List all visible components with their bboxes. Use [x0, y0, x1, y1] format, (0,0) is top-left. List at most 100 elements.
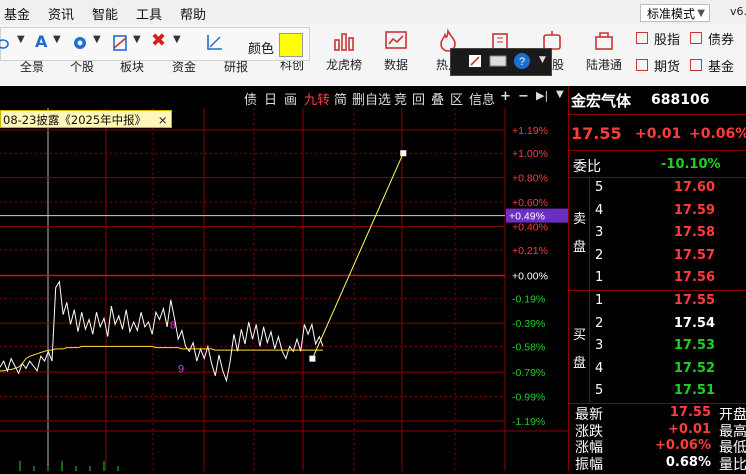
note-icon[interactable]: [467, 53, 483, 69]
price-change-pct: +0.06%: [689, 126, 746, 142]
current-value-label: +0.49%: [509, 211, 545, 223]
sell-level: 2: [595, 247, 604, 263]
mode-select[interactable]: 标准模式 ▼: [640, 4, 710, 22]
chart-tool-overlay[interactable]: 叠: [431, 89, 444, 108]
chevron-down-icon[interactable]: ▼: [17, 34, 25, 45]
price-change: +0.01: [635, 126, 682, 142]
stat-value: 17.55: [669, 405, 711, 420]
gear-icon[interactable]: [71, 34, 89, 52]
bond-icon: [690, 32, 702, 44]
menu-item-fund[interactable]: 基金: [4, 4, 30, 23]
keyboard-icon[interactable]: [489, 54, 507, 68]
buy-row[interactable]: 2 17.54: [569, 316, 746, 338]
chevron-down-icon[interactable]: ▼: [53, 34, 61, 45]
bookmark-icon[interactable]: [111, 34, 129, 52]
connect-icon: [595, 32, 613, 50]
mini-toolbar-popup: ? ▼: [450, 48, 552, 76]
sell-price: 17.58: [673, 225, 715, 240]
quote-panel: 金宏气体 688106 17.55 +0.01 +0.06% 委比 -10.10…: [568, 86, 746, 473]
ellipse-tool-icon[interactable]: [0, 36, 13, 52]
color-swatch[interactable]: [279, 33, 303, 57]
link-index[interactable]: 股指: [654, 29, 680, 48]
chevron-down-icon: ▼: [697, 8, 705, 19]
chart-tool-auction[interactable]: 竞: [394, 89, 407, 108]
fund-icon: [690, 59, 702, 71]
chart-tool-simple[interactable]: 简: [334, 89, 347, 108]
zoom-out-icon[interactable]: −: [518, 89, 529, 104]
sell-row[interactable]: 4 17.59: [569, 203, 746, 225]
sell-level: 1: [595, 270, 604, 285]
buy-row[interactable]: 3 17.53: [569, 338, 746, 360]
toolbar: 全景 个股 板块 资金 研报 科创 龙虎榜 数据 热点 机构 新股 陆港通 ▼ …: [0, 24, 746, 87]
y-tick-label: -1.19%: [512, 416, 545, 428]
mode-select-value: 标准模式: [647, 7, 696, 21]
toolbar-btn-hk-connect[interactable]: 陆港通: [582, 28, 626, 73]
disclosure-badge[interactable]: 08-23披露《2025年中报》 ×: [0, 110, 173, 128]
menu-item-smart[interactable]: 智能: [92, 4, 118, 23]
svg-text:?: ?: [519, 56, 525, 68]
futures-icon: [636, 59, 648, 71]
buy-level: 2: [595, 315, 604, 331]
menu-item-help[interactable]: 帮助: [180, 4, 206, 23]
y-tick-label: +0.60%: [512, 197, 548, 209]
chevron-down-icon[interactable]: ▼: [539, 55, 546, 65]
toolbar-btn-data[interactable]: 数据: [374, 28, 418, 73]
sell-row[interactable]: 2 17.57: [569, 248, 746, 270]
link-fund[interactable]: 基金: [708, 56, 734, 75]
sell-price: 17.57: [673, 247, 715, 263]
chart-tool-range[interactable]: 区: [450, 89, 463, 108]
chevron-down-icon[interactable]: ▼: [93, 34, 101, 45]
y-tick-label: -0.19%: [512, 294, 545, 306]
y-tick-label: -0.58%: [512, 341, 545, 353]
text-tool-icon[interactable]: A: [35, 32, 47, 51]
bar-chart-icon: [334, 33, 354, 51]
chart-tool-draw[interactable]: 画: [284, 89, 297, 108]
chart-tool-day[interactable]: 日: [264, 89, 277, 108]
buy-level: 3: [595, 338, 604, 353]
chevron-down-icon[interactable]: ▼: [556, 89, 564, 100]
buy-price: 17.51: [673, 383, 715, 398]
chart-tool-bond[interactable]: 债: [244, 89, 257, 108]
buy-price: 17.53: [673, 338, 715, 353]
buy-price: 17.55: [673, 293, 715, 308]
sell-price: 17.56: [673, 270, 715, 285]
sell-row[interactable]: 3 17.58: [569, 225, 746, 247]
chart-tool-info[interactable]: 信息: [469, 89, 495, 108]
stock-name: 金宏气体: [571, 92, 632, 110]
zoom-in-icon[interactable]: +: [500, 89, 511, 104]
delete-icon[interactable]: ✖: [151, 30, 166, 51]
sell-level: 3: [595, 225, 604, 240]
y-tick-label: -0.39%: [512, 318, 545, 330]
help-icon[interactable]: ?: [513, 52, 531, 70]
weibi-label: 委比: [573, 159, 601, 175]
weibi-value: -10.10%: [661, 157, 721, 172]
buy-row[interactable]: 4 17.52: [569, 361, 746, 383]
ruler-icon[interactable]: [205, 32, 225, 52]
line-chart-icon: [385, 31, 407, 49]
y-tick-label: -0.99%: [512, 392, 545, 404]
jump-end-icon[interactable]: ▶|: [536, 89, 548, 102]
sell-row[interactable]: 5 17.60: [569, 180, 746, 202]
index-icon: [636, 32, 648, 44]
sell-row[interactable]: 1 17.56: [569, 270, 746, 292]
stat-value: +0.01: [668, 421, 711, 437]
chevron-down-icon[interactable]: ▼: [133, 34, 141, 45]
y-tick-label: +0.00%: [512, 271, 548, 283]
menu-item-news[interactable]: 资讯: [48, 4, 74, 23]
toolbar-btn-dragon-tiger[interactable]: 龙虎榜: [322, 28, 366, 73]
chevron-down-icon[interactable]: ▼: [173, 34, 181, 45]
chart-tool-remove-watch[interactable]: 删自选: [352, 89, 391, 108]
color-label: 颜色: [248, 42, 275, 57]
intraday-chart[interactable]: 8 9 +1.19% +1.00% +0.80% +0.60% +0.40% +0.21% +…: [0, 108, 568, 471]
stat-value: +0.06%: [655, 438, 711, 453]
buy-row[interactable]: 1 17.55: [569, 293, 746, 315]
buy-price: 17.54: [673, 315, 715, 331]
menu-item-tools[interactable]: 工具: [136, 4, 162, 23]
chart-tool-nine-turn[interactable]: 九转: [304, 89, 330, 108]
sell-level: 5: [595, 180, 604, 195]
link-futures[interactable]: 期货: [654, 56, 680, 75]
chart-tool-back[interactable]: 回: [412, 89, 425, 108]
close-icon[interactable]: ×: [158, 113, 168, 127]
link-bond[interactable]: 债券: [708, 29, 734, 48]
buy-row[interactable]: 5 17.51: [569, 383, 746, 405]
